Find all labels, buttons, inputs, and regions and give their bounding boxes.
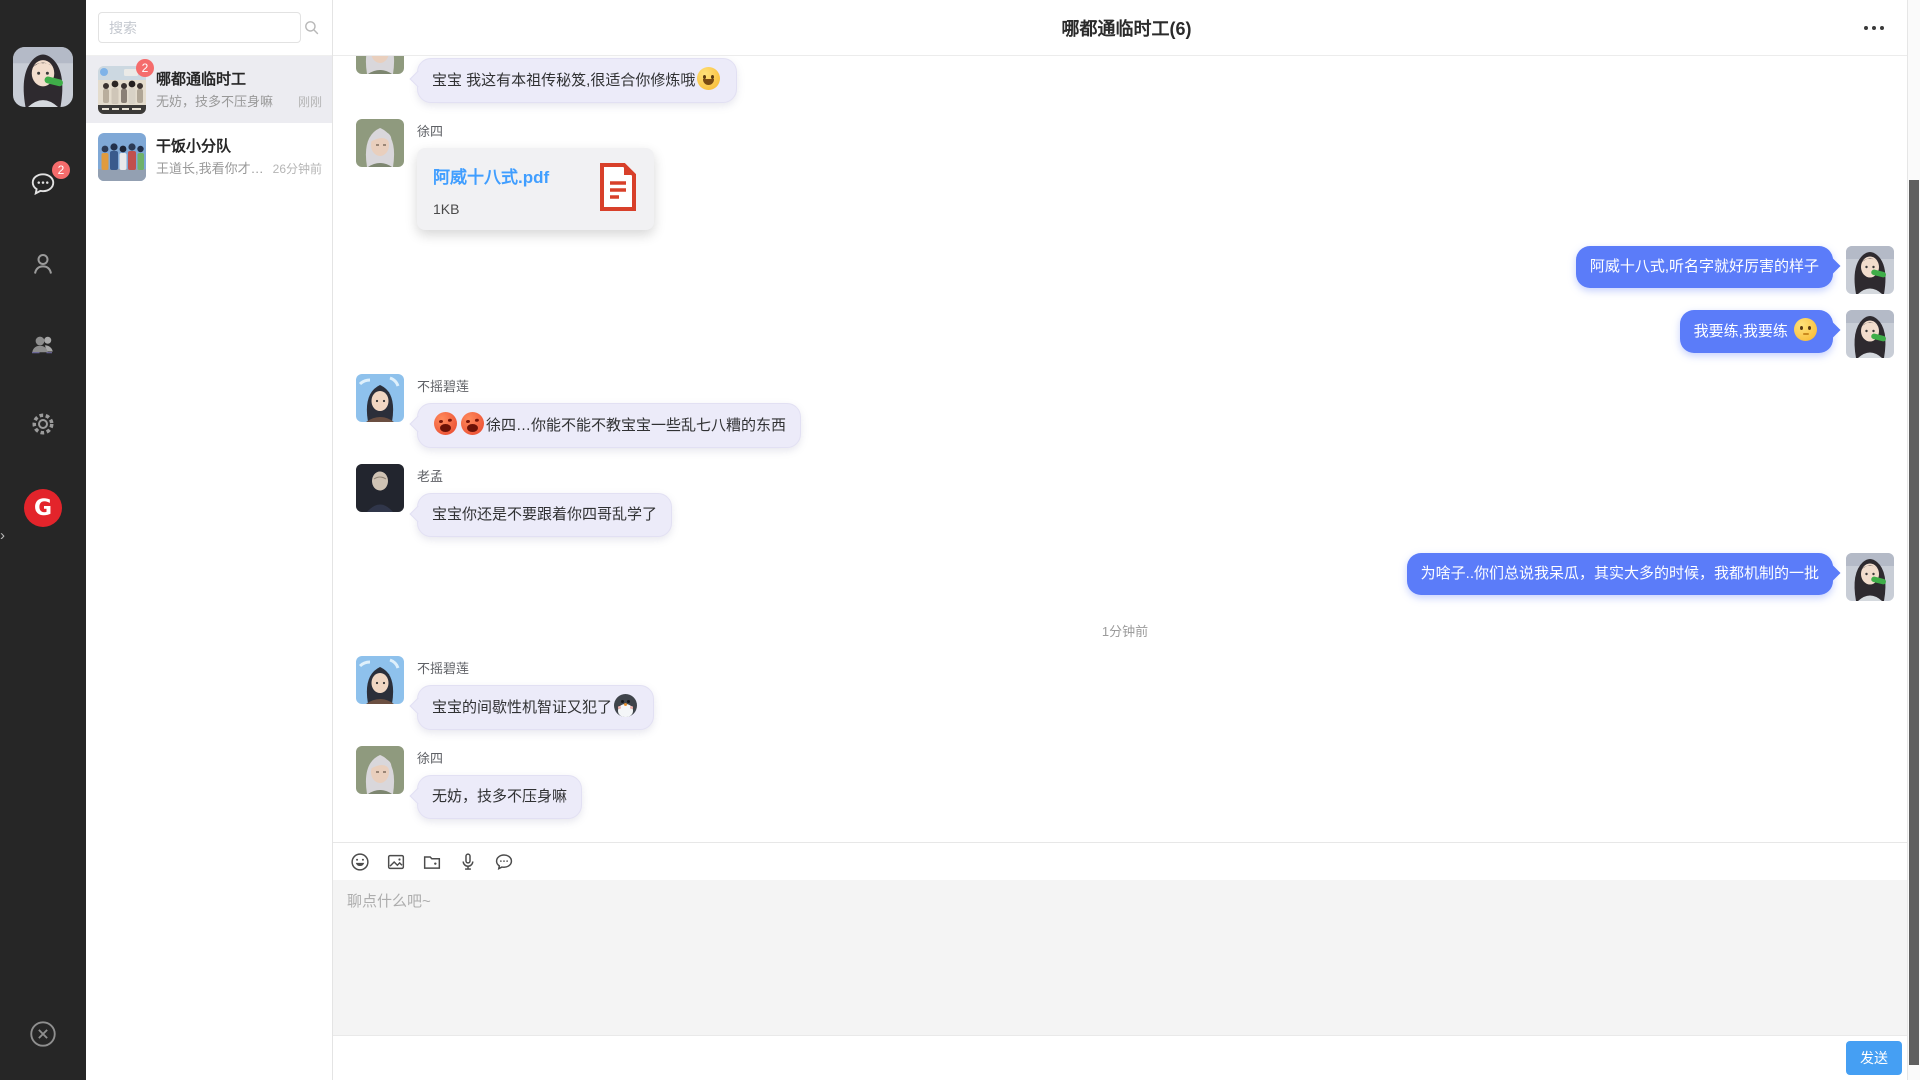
conversation-preview: 王道长,我看你才… <box>156 158 269 177</box>
chat-list-panel: 2哪都通临时工无妨，技多不压身嘛刚刚干饭小分队王道长,我看你才…26分钟前 <box>86 0 333 1080</box>
message-row-incoming: 徐四阿威十八式.pdf 1KB <box>356 119 1894 230</box>
messages-timestamp: 1分钟前 <box>356 621 1894 640</box>
message-bubble: 为啥子..你们总说我呆瓜，其实大多的时候，我都机制的一批 <box>1407 553 1833 595</box>
message-text: 宝宝的间歇性机智证又犯了 <box>432 699 612 716</box>
message-sender-avatar[interactable] <box>356 374 404 422</box>
search-input[interactable] <box>98 12 301 43</box>
message-text: 为啥子..你们总说我呆瓜，其实大多的时候，我都机制的一批 <box>1421 565 1819 582</box>
message-sender-name: 不摇碧莲 <box>417 376 801 395</box>
conversation-title: 干饭小分队 <box>156 135 322 156</box>
message-icon[interactable] <box>493 851 515 873</box>
file-attachment-card[interactable]: 阿威十八式.pdf 1KB <box>417 148 654 230</box>
penguin-emoji <box>614 694 637 717</box>
message-row-incoming: 不摇碧莲徐四…你能不能不教宝宝一些乱七八糟的东西 <box>356 374 1894 448</box>
emoji-icon[interactable] <box>349 851 371 873</box>
conversation-list: 2哪都通临时工无妨，技多不压身嘛刚刚干饭小分队王道长,我看你才…26分钟前 <box>86 56 332 190</box>
scrollbar-thumb[interactable] <box>1909 180 1919 1065</box>
send-button[interactable]: 发送 <box>1846 1041 1902 1075</box>
voice-icon[interactable] <box>457 851 479 873</box>
message-text: 宝宝你还是不要跟着你四哥乱学了 <box>432 506 657 523</box>
message-row-outgoing: 我要练,我要练 <box>356 310 1894 358</box>
search-bar <box>86 0 332 56</box>
app-window: 2 G › 2哪都通临时工无妨，技多不压身嘛刚刚干 <box>0 0 1920 1080</box>
message-sender-avatar[interactable] <box>1846 553 1894 601</box>
conversation-avatar: 2 <box>98 66 146 114</box>
message-bubble: 无妨，技多不压身嘛 <box>417 775 582 819</box>
message-bubble: 我要练,我要练 <box>1680 310 1833 353</box>
send-row: 发送 <box>333 1035 1920 1080</box>
message-row-outgoing: 阿威十八式,听名字就好厉害的样子 <box>356 246 1894 294</box>
no-mouth-face-emoji <box>1794 318 1817 341</box>
message-text: 我要练,我要练 <box>1694 323 1792 340</box>
collapse-arrow-icon[interactable]: › <box>0 528 5 543</box>
app-logo-letter: G <box>34 496 52 521</box>
message-bubble: 徐四…你能不能不教宝宝一些乱七八糟的东西 <box>417 403 801 448</box>
conversation-unread-badge: 2 <box>136 59 154 77</box>
hugging-face-emoji <box>697 67 720 90</box>
message-sender-avatar[interactable] <box>356 119 404 167</box>
image-icon[interactable] <box>385 851 407 873</box>
app-logo[interactable]: G <box>24 489 62 527</box>
message-row-incoming: 老孟宝宝你还是不要跟着你四哥乱学了 <box>356 464 1894 537</box>
enraged-face-emoji <box>461 412 484 435</box>
message-sender-avatar[interactable] <box>356 56 404 74</box>
composer: 发送 <box>333 842 1920 1080</box>
conversation-time: 26分钟前 <box>273 160 322 177</box>
message-text: 阿威十八式,听名字就好厉害的样子 <box>1590 258 1819 275</box>
chat-header: 哪都通临时工(6) <box>333 0 1920 56</box>
message-sender-avatar[interactable] <box>1846 246 1894 294</box>
message-sender-name: 老孟 <box>417 466 672 485</box>
conversation-preview: 无妨，技多不压身嘛 <box>156 91 294 110</box>
file-name[interactable]: 阿威十八式.pdf <box>433 163 588 188</box>
message-text: 无妨，技多不压身嘛 <box>432 788 567 805</box>
message-text: 徐四…你能不能不教宝宝一些乱七八糟的东西 <box>486 417 786 434</box>
message-bubble: 宝宝的间歇性机智证又犯了 <box>417 685 654 730</box>
unread-badge: 2 <box>52 161 70 179</box>
message-row-incoming: 不摇碧莲宝宝的间歇性机智证又犯了 <box>356 656 1894 730</box>
message-sender-avatar[interactable] <box>356 656 404 704</box>
enraged-face-emoji <box>434 412 457 435</box>
message-input[interactable] <box>333 880 1920 1035</box>
pdf-file-icon <box>598 163 638 211</box>
user-avatar[interactable] <box>13 47 73 107</box>
sidebar: 2 G › <box>0 0 86 1080</box>
message-sender-avatar[interactable] <box>356 464 404 512</box>
messages-area[interactable]: 宝宝 我这有本祖传秘笈,很适合你修炼哦徐四阿威十八式.pdf1KB阿威十八式,听… <box>333 56 1920 842</box>
conversation-item[interactable]: 2哪都通临时工无妨，技多不压身嘛刚刚 <box>86 56 332 123</box>
settings-gear-icon[interactable] <box>28 409 58 439</box>
message-bubble: 宝宝 我这有本祖传秘笈,很适合你修炼哦 <box>417 58 737 103</box>
file-size: 1KB <box>433 201 588 217</box>
more-icon[interactable] <box>1862 20 1886 36</box>
sidebar-nav: 2 G <box>24 169 62 577</box>
message-sender-name: 徐四 <box>417 748 582 767</box>
message-sender-name: 徐四 <box>417 121 654 140</box>
sidebar-bottom <box>27 1018 59 1050</box>
message-sender-avatar[interactable] <box>356 746 404 794</box>
message-bubble: 阿威十八式,听名字就好厉害的样子 <box>1576 246 1833 288</box>
message-text: 宝宝 我这有本祖传秘笈,很适合你修炼哦 <box>432 72 695 89</box>
close-icon[interactable] <box>27 1018 59 1050</box>
search-icon[interactable] <box>301 13 322 43</box>
composer-toolbar <box>333 843 1920 880</box>
message-row-outgoing: 为啥子..你们总说我呆瓜，其实大多的时候，我都机制的一批 <box>356 553 1894 601</box>
chat-icon[interactable]: 2 <box>28 169 58 199</box>
conversation-item[interactable]: 干饭小分队王道长,我看你才…26分钟前 <box>86 123 332 190</box>
contacts-icon[interactable] <box>28 249 58 279</box>
groups-icon[interactable] <box>28 329 58 359</box>
message-row-incoming: 徐四无妨，技多不压身嘛 <box>356 746 1894 819</box>
message-row-incoming: 宝宝 我这有本祖传秘笈,很适合你修炼哦 <box>356 56 1894 103</box>
conversation-title: 哪都通临时工 <box>156 68 322 89</box>
folder-icon[interactable] <box>421 851 443 873</box>
chat-panel: 哪都通临时工(6) 宝宝 我这有本祖传秘笈,很适合你修炼哦徐四阿威十八式.pdf… <box>333 0 1920 1080</box>
chat-title: 哪都通临时工(6) <box>1062 15 1192 41</box>
conversation-avatar <box>98 133 146 181</box>
message-sender-avatar[interactable] <box>1846 310 1894 358</box>
conversation-time: 刚刚 <box>298 93 322 110</box>
scrollbar[interactable] <box>1907 0 1920 1080</box>
message-sender-name: 不摇碧莲 <box>417 658 654 677</box>
message-bubble: 宝宝你还是不要跟着你四哥乱学了 <box>417 493 672 537</box>
